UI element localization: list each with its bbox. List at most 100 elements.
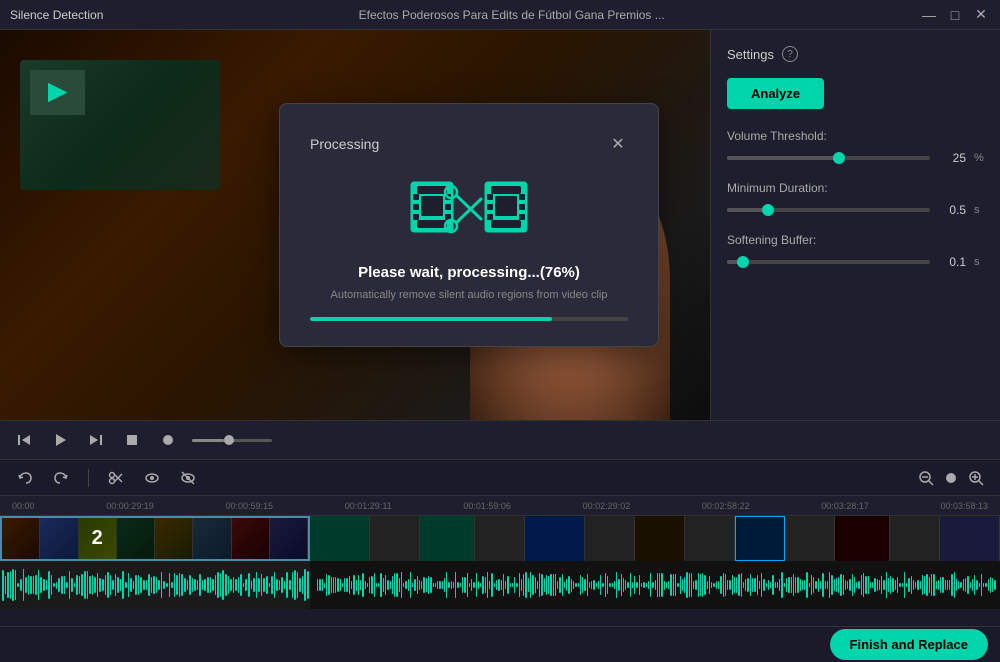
- wave-bar: [251, 581, 253, 590]
- wave-bar: [74, 583, 76, 588]
- minimum-duration-unit: s: [974, 204, 984, 216]
- analyze-button[interactable]: Analyze: [727, 78, 824, 109]
- video-segment-10[interactable]: [735, 516, 785, 561]
- video-segment-13[interactable]: [890, 516, 940, 561]
- video-segment-8[interactable]: [635, 516, 685, 561]
- wave-bar: [448, 582, 449, 587]
- record-button[interactable]: [156, 428, 180, 452]
- wave-bar: [752, 578, 753, 592]
- volume-threshold-thumb[interactable]: [833, 152, 845, 164]
- cut-button[interactable]: [103, 465, 129, 491]
- wave-bar: [732, 575, 733, 595]
- wave-bar: [834, 579, 835, 591]
- thumb-2: [40, 518, 78, 559]
- main-video-segment[interactable]: 2: [0, 516, 310, 561]
- wave-bar: [852, 574, 853, 597]
- video-segment-7[interactable]: [585, 516, 635, 561]
- volume-threshold-slider[interactable]: [727, 156, 930, 160]
- minimum-duration-slider[interactable]: [727, 208, 930, 212]
- wave-bar: [471, 579, 472, 591]
- wave-bar: [222, 570, 224, 601]
- wave-bar: [879, 580, 880, 590]
- minimize-button[interactable]: —: [920, 6, 938, 24]
- prev-button[interactable]: [12, 428, 36, 452]
- wave-bar: [430, 577, 431, 593]
- wave-bar: [618, 579, 619, 591]
- wave-bar: [302, 576, 304, 593]
- stop-button[interactable]: [120, 428, 144, 452]
- redo-button[interactable]: [48, 465, 74, 491]
- video-segment-5[interactable]: [475, 516, 525, 561]
- wave-bar: [192, 578, 194, 591]
- thumb-6: [193, 518, 231, 559]
- hide-button[interactable]: [175, 465, 201, 491]
- zoom-in-button[interactable]: [964, 466, 988, 490]
- wave-bar: [38, 570, 40, 599]
- wave-bar: [818, 578, 819, 592]
- wave-bar: [881, 576, 882, 595]
- zoom-out-button[interactable]: [914, 466, 938, 490]
- wave-bar: [745, 579, 746, 590]
- wave-bar: [704, 575, 705, 594]
- video-segment-4[interactable]: [420, 516, 475, 561]
- video-segment-14[interactable]: [940, 516, 1000, 561]
- wave-bar: [174, 573, 176, 598]
- wave-bar: [593, 580, 594, 591]
- undo-icon: [17, 470, 33, 486]
- volume-slider[interactable]: [192, 439, 272, 442]
- video-segment-11[interactable]: [785, 516, 835, 561]
- volume-thumb[interactable]: [224, 435, 234, 445]
- wave-bar: [324, 583, 325, 588]
- undo-button[interactable]: [12, 465, 38, 491]
- wave-bar: [804, 580, 805, 589]
- wave-bar: [623, 578, 624, 593]
- eye-button[interactable]: [139, 465, 165, 491]
- volume-threshold-value: 25: [938, 151, 966, 165]
- wave-bar: [917, 580, 918, 591]
- wave-bar: [457, 582, 458, 588]
- zoom-out-icon: [918, 470, 934, 486]
- wave-bar: [702, 573, 703, 598]
- dialog-close-button[interactable]: ✕: [608, 134, 628, 154]
- video-segment-12[interactable]: [835, 516, 890, 561]
- softening-buffer-slider[interactable]: [727, 260, 930, 264]
- wave-bar: [716, 581, 717, 590]
- wave-bar: [102, 579, 104, 590]
- wave-bar: [854, 577, 855, 593]
- info-icon[interactable]: ?: [782, 46, 798, 62]
- volume-threshold-label: Volume Threshold:: [727, 129, 984, 143]
- next-button[interactable]: [84, 428, 108, 452]
- wave-bar: [110, 575, 112, 595]
- wave-bar: [811, 575, 812, 595]
- video-segment-2[interactable]: [310, 516, 370, 561]
- wave-bar: [845, 580, 846, 590]
- video-segment-6[interactable]: [525, 516, 585, 561]
- wave-bar: [419, 580, 420, 590]
- wave-bar: [677, 583, 678, 587]
- wave-bar: [670, 574, 671, 595]
- wave-bar: [983, 583, 984, 587]
- wave-bar: [795, 577, 796, 594]
- minimum-duration-value: 0.5: [938, 203, 966, 217]
- close-button[interactable]: ✕: [972, 6, 990, 24]
- wave-bar: [974, 575, 975, 594]
- wave-bar: [194, 579, 196, 592]
- video-segment-9[interactable]: [685, 516, 735, 561]
- wave-bar: [951, 574, 952, 595]
- video-segment-3[interactable]: [370, 516, 420, 561]
- wave-bar: [981, 574, 982, 597]
- settings-header: Settings ?: [727, 46, 984, 62]
- finish-replace-button[interactable]: Finish and Replace: [830, 629, 988, 660]
- wave-bar: [614, 581, 615, 589]
- wave-bar: [555, 574, 556, 595]
- waveform-rest: [315, 561, 1000, 609]
- play-button[interactable]: [48, 428, 72, 452]
- processing-icon-area: [310, 174, 628, 244]
- wave-bar: [256, 572, 258, 597]
- softening-buffer-thumb[interactable]: [737, 256, 749, 268]
- wave-bar: [138, 575, 140, 595]
- maximize-button[interactable]: □: [946, 6, 964, 24]
- wave-bar: [356, 580, 357, 591]
- wave-bar: [478, 581, 479, 589]
- minimum-duration-thumb[interactable]: [762, 204, 774, 216]
